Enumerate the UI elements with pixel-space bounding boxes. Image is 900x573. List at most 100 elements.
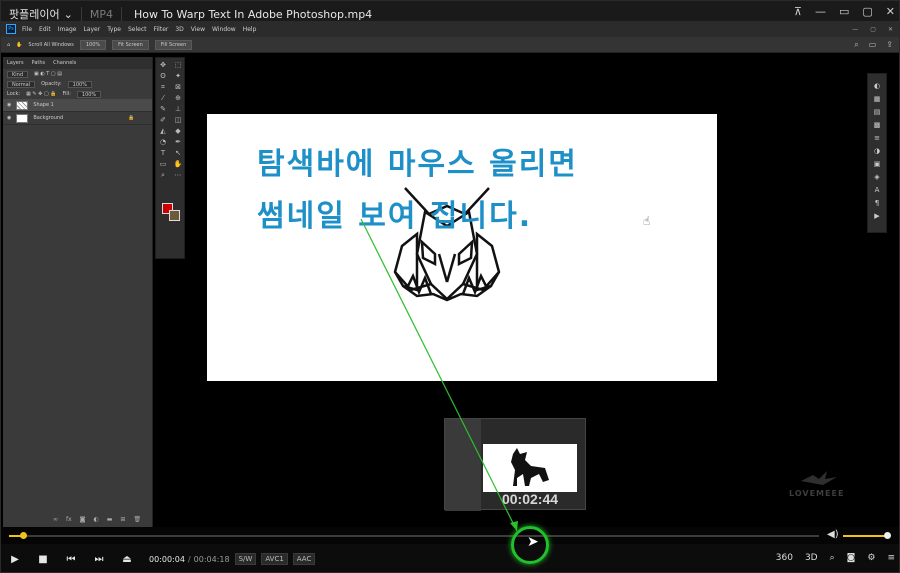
video-codec-badge[interactable]: AVC1 bbox=[261, 553, 288, 565]
ps-layers-panel: Layers Paths Channels Kind ▣ ◐ T ▢ ▤ Nor… bbox=[3, 57, 153, 527]
maximize-icon[interactable]: ▢ bbox=[862, 5, 872, 18]
ps-tab-paths: Paths bbox=[31, 60, 46, 66]
ps-styles-icon: ◈ bbox=[874, 173, 880, 181]
window-controls: ⊼ — ▭ ▢ ✕ bbox=[794, 5, 895, 18]
bird-logo-icon bbox=[801, 471, 837, 485]
ps-type-icon: T bbox=[160, 149, 166, 157]
ps-window-controls: — ▢ ✕ bbox=[852, 26, 893, 33]
ps-crop-icon: ⌗ bbox=[161, 83, 165, 91]
ps-eye-icon: ◉ bbox=[7, 115, 12, 121]
ps-eye-icon: ◉ bbox=[7, 102, 12, 108]
ps-opacity-value: 100% bbox=[67, 80, 92, 88]
ps-tab-channels: Channels bbox=[53, 60, 77, 66]
seek-track[interactable] bbox=[9, 535, 819, 537]
ps-zoom-100: 100% bbox=[79, 39, 107, 50]
eject-button[interactable]: ⏏ bbox=[113, 554, 141, 565]
seek-bar[interactable]: ◀) bbox=[1, 528, 899, 544]
ps-trash-icon: 🗑 bbox=[133, 516, 142, 523]
ps-stamp-icon: ⊥ bbox=[174, 105, 182, 113]
volume-handle[interactable] bbox=[884, 532, 891, 539]
current-time: 00:00:04 bbox=[149, 554, 185, 564]
ps-menu-help: Help bbox=[242, 25, 257, 33]
vr360-button[interactable]: 360 bbox=[776, 553, 793, 563]
ps-color-icon: ◐ bbox=[873, 82, 881, 90]
ps-close-icon: ✕ bbox=[887, 25, 893, 33]
ps-more-icon: ⋯ bbox=[174, 171, 182, 179]
hand-cursor-icon: ☝ bbox=[643, 214, 651, 228]
ps-char-icon: A bbox=[874, 186, 880, 194]
next-button[interactable]: ⏭ bbox=[85, 554, 113, 565]
3d-button[interactable]: 3D bbox=[805, 553, 818, 563]
ps-blend-select: Normal bbox=[7, 80, 36, 88]
ps-layer-thumb bbox=[16, 113, 29, 123]
ps-lasso-icon: ʘ bbox=[160, 72, 166, 80]
ps-filter-icons: ▣ ◐ T ▢ ▤ bbox=[34, 71, 62, 77]
ps-libraries-icon: ▣ bbox=[873, 160, 881, 168]
close-icon[interactable]: ✕ bbox=[886, 5, 895, 18]
ps-play-icon: ▶ bbox=[874, 212, 880, 220]
ps-options-right: ⌕ ▭ ⇪ bbox=[854, 40, 893, 50]
ps-menu-select: Select bbox=[127, 25, 147, 33]
ps-path-icon: ↖ bbox=[175, 149, 181, 157]
stop-button[interactable]: ■ bbox=[29, 554, 57, 565]
pin-icon[interactable]: ⊼ bbox=[794, 5, 802, 18]
ps-group-icon: ▬ bbox=[106, 516, 113, 523]
annotation-line-1: 탐색바에 마우스 올리면 bbox=[257, 147, 578, 182]
ps-home-icon: ⌂ bbox=[7, 41, 11, 48]
ps-eraser-icon: ◫ bbox=[174, 116, 182, 124]
ps-layer-row: ◉ Shape 1 bbox=[3, 99, 152, 112]
decoder-badge[interactable]: S/W bbox=[234, 553, 257, 565]
ps-menu-file: File bbox=[22, 25, 33, 33]
ps-fx-icon: fx bbox=[66, 516, 72, 523]
capture-icon[interactable]: ◙ bbox=[847, 553, 856, 563]
ps-logo-icon: Ps bbox=[6, 24, 16, 34]
settings-icon[interactable]: ⚙ bbox=[867, 553, 875, 563]
ps-blur-icon: ◆ bbox=[175, 127, 181, 135]
restore-icon[interactable]: ▭ bbox=[839, 5, 849, 18]
ps-blend-row: Normal Opacity: 100% bbox=[3, 79, 152, 89]
ps-gradient-icon: ▤ bbox=[873, 108, 881, 116]
ps-workspace-icon: ▭ bbox=[868, 39, 877, 49]
previous-button[interactable]: ⏮ bbox=[57, 554, 85, 565]
app-menu-button[interactable]: 팟플레이어 ⌄ bbox=[1, 6, 73, 22]
ps-menu-type: Type bbox=[107, 25, 121, 33]
control-right-group: 360 3D ⌕ ◙ ⚙ ≡ bbox=[776, 553, 895, 563]
ps-opacity-label: Opacity: bbox=[41, 81, 62, 87]
ps-kind-select: Kind bbox=[7, 70, 29, 78]
ps-lock-row: Lock: ▦ ✎ ✥ ▢ 🔒 Fill: 100% bbox=[3, 89, 152, 99]
menu-icon[interactable]: ≡ bbox=[887, 553, 895, 563]
ps-link-icon: ∞ bbox=[53, 516, 58, 523]
ps-minimize-icon: — bbox=[852, 25, 859, 33]
ps-patterns-icon: ▩ bbox=[873, 121, 881, 129]
ps-layer-row: ◉ Background 🔒 bbox=[3, 112, 152, 125]
play-button[interactable]: ▶ bbox=[1, 554, 29, 565]
thumbnail-time: 00:02:44 bbox=[501, 491, 559, 507]
watermark-text: LOVEMEEE bbox=[789, 489, 845, 498]
ps-new-layer-icon: ⊞ bbox=[120, 516, 126, 523]
ps-move-icon: ✥ bbox=[160, 61, 166, 69]
ps-hand-tool-icon: ✋ bbox=[173, 160, 183, 168]
ps-menu-window: Window bbox=[212, 25, 236, 33]
ps-fill-value: 100% bbox=[76, 90, 102, 98]
seek-thumbnail-preview: 00:02:44 bbox=[444, 418, 586, 511]
video-frame[interactable]: Ps File Edit Image Layer Type Select Fil… bbox=[1, 21, 899, 527]
zoom-icon[interactable]: ⌕ bbox=[830, 553, 835, 563]
seek-handle[interactable] bbox=[20, 532, 27, 539]
ps-toolbar: ✥ ⬚ ʘ ✦ ⌗ ⊠ ⁄ ⊕ ✎ ⊥ ✐ ◫ ◭ ◆ ◔ ✒ T ↖ ▭ ✋ bbox=[155, 57, 185, 259]
ps-hand-icon: ✋ bbox=[16, 41, 23, 48]
ps-pen-icon: ✒ bbox=[175, 138, 181, 146]
annotation-text: 탐색바에 마우스 올리면 썸네일 보여 집니다. bbox=[257, 139, 578, 243]
ps-menu-filter: Filter bbox=[153, 25, 169, 33]
fox-figure-icon bbox=[511, 448, 549, 486]
ps-layer-thumb bbox=[16, 100, 29, 110]
audio-codec-badge[interactable]: AAC bbox=[292, 553, 316, 565]
volume-icon[interactable]: ◀) bbox=[827, 529, 839, 540]
ps-filter-row: Kind ▣ ◐ T ▢ ▤ bbox=[3, 69, 152, 79]
ps-fill-label: Fill: bbox=[62, 91, 71, 97]
minimize-icon[interactable]: — bbox=[815, 5, 826, 18]
ps-menu-layer: Layer bbox=[83, 25, 101, 33]
ps-layers-tabs: Layers Paths Channels bbox=[3, 57, 152, 69]
ps-background-swatch bbox=[169, 210, 180, 221]
control-bar: ▶ ■ ⏮ ⏭ ⏏ 00:00:04 / 00:04:18 S/W AVC1 A… bbox=[1, 544, 899, 572]
ps-share-icon: ⇪ bbox=[886, 39, 893, 49]
